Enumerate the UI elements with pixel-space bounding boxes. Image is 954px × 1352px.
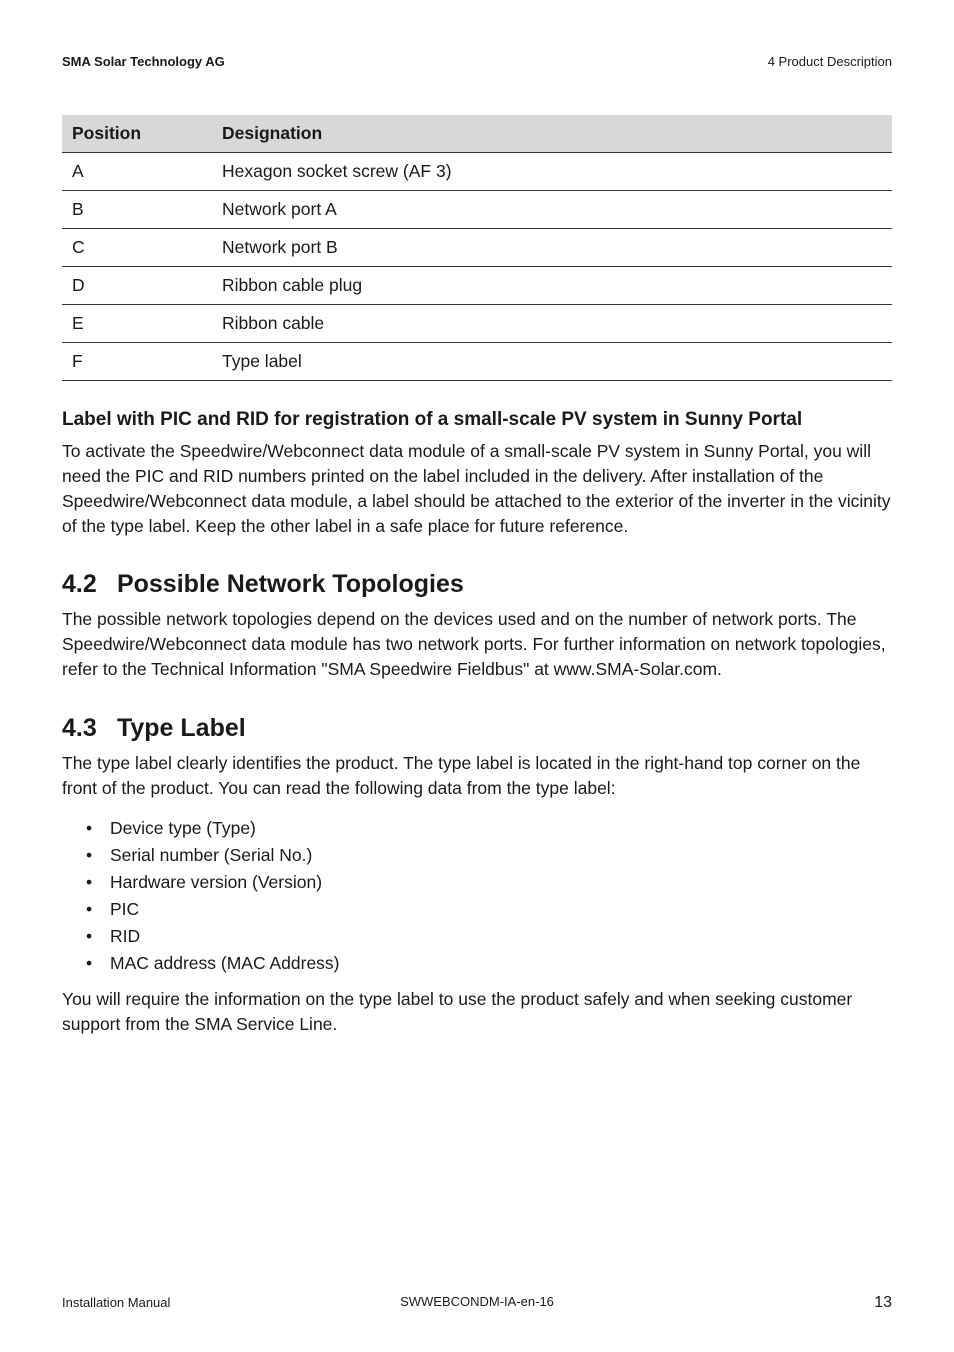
cell-designation: Type label (212, 343, 892, 381)
section-title: Type Label (117, 714, 246, 742)
col-header-designation: Designation (212, 115, 892, 153)
label-section-heading: Label with PIC and RID for registration … (62, 409, 892, 431)
list-item: Device type (Type) (62, 815, 892, 842)
col-header-position: Position (62, 115, 212, 153)
list-item: PIC (62, 896, 892, 923)
section-title: Possible Network Topologies (117, 570, 464, 598)
section-4-2-heading: 4.2 Possible Network Topologies (62, 570, 892, 599)
list-item: MAC address (MAC Address) (62, 950, 892, 977)
list-item: Hardware version (Version) (62, 869, 892, 896)
cell-position: E (62, 305, 212, 343)
cell-designation: Network port A (212, 191, 892, 229)
list-item: RID (62, 923, 892, 950)
section-4-3-outro: You will require the information on the … (62, 987, 892, 1037)
footer-center: SWWEBCONDM-IA-en-16 (62, 1294, 892, 1309)
section-4-2-paragraph: The possible network topologies depend o… (62, 607, 892, 682)
table-row: B Network port A (62, 191, 892, 229)
header-right: 4 Product Description (768, 54, 892, 69)
cell-position: D (62, 267, 212, 305)
section-4-3-heading: 4.3 Type Label (62, 714, 892, 743)
table-row: D Ribbon cable plug (62, 267, 892, 305)
list-item: Serial number (Serial No.) (62, 842, 892, 869)
table-header-row: Position Designation (62, 115, 892, 153)
document-page: SMA Solar Technology AG 4 Product Descri… (0, 0, 954, 1352)
cell-position: F (62, 343, 212, 381)
cell-designation: Network port B (212, 229, 892, 267)
table-row: F Type label (62, 343, 892, 381)
label-section-paragraph: To activate the Speedwire/Webconnect dat… (62, 439, 892, 538)
cell-designation: Ribbon cable (212, 305, 892, 343)
section-4-3-intro: The type label clearly identifies the pr… (62, 751, 892, 801)
cell-position: A (62, 153, 212, 191)
table-row: E Ribbon cable (62, 305, 892, 343)
cell-position: C (62, 229, 212, 267)
section-number: 4.2 (62, 570, 110, 599)
header-left: SMA Solar Technology AG (62, 54, 225, 69)
type-label-list: Device type (Type) Serial number (Serial… (62, 815, 892, 978)
cell-designation: Ribbon cable plug (212, 267, 892, 305)
page-header: SMA Solar Technology AG 4 Product Descri… (62, 54, 892, 69)
table-row: A Hexagon socket screw (AF 3) (62, 153, 892, 191)
cell-position: B (62, 191, 212, 229)
position-designation-table: Position Designation A Hexagon socket sc… (62, 115, 892, 381)
section-number: 4.3 (62, 714, 110, 743)
cell-designation: Hexagon socket screw (AF 3) (212, 153, 892, 191)
page-footer: Installation Manual SWWEBCONDM-IA-en-16 … (62, 1294, 892, 1312)
table-row: C Network port B (62, 229, 892, 267)
